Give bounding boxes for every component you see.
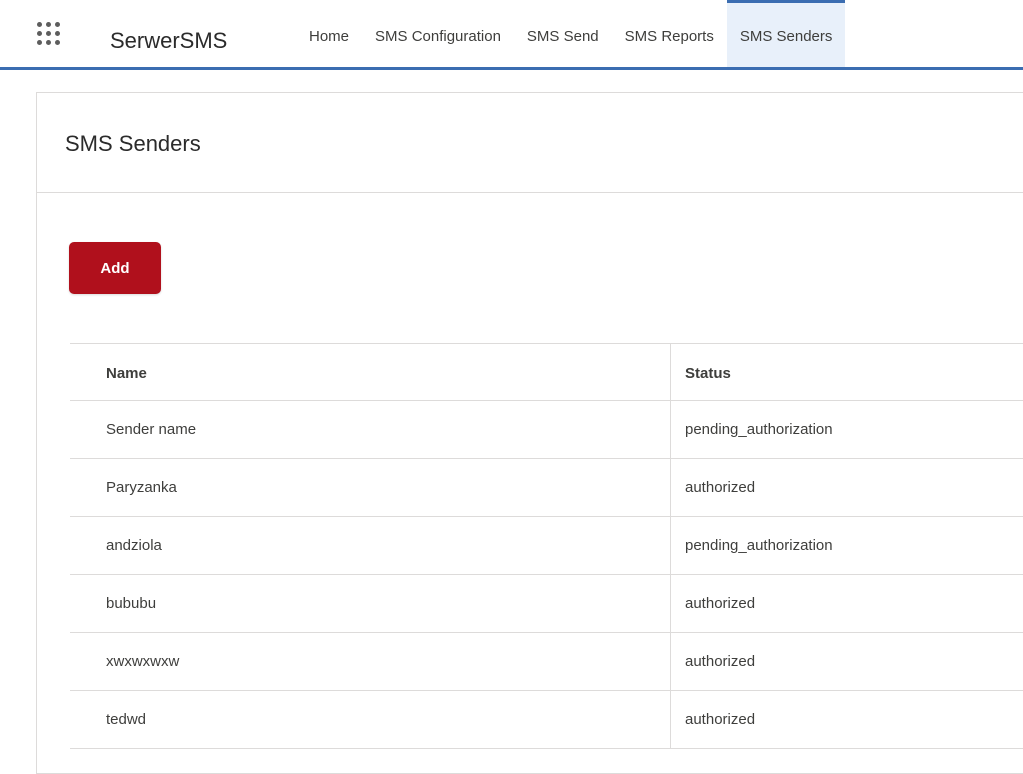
tab-sms-senders[interactable]: SMS Senders bbox=[727, 0, 846, 67]
launcher-dot bbox=[46, 31, 51, 36]
launcher-dot bbox=[55, 40, 60, 45]
sender-status-cell: authorized bbox=[671, 575, 1023, 633]
table-row[interactable]: bububu authorized bbox=[70, 575, 1023, 633]
app-launcher-icon[interactable] bbox=[37, 22, 67, 52]
sender-name-cell: tedwd bbox=[70, 691, 671, 749]
launcher-dot bbox=[55, 22, 60, 27]
sender-name-cell: Sender name bbox=[70, 401, 671, 459]
launcher-dot bbox=[55, 31, 60, 36]
sender-status-cell: authorized bbox=[671, 633, 1023, 691]
column-header-name[interactable]: Name bbox=[70, 344, 671, 401]
page-title: SMS Senders bbox=[65, 131, 201, 157]
sender-status-cell: authorized bbox=[671, 459, 1023, 517]
sender-status-cell: pending_authorization bbox=[671, 401, 1023, 459]
add-button[interactable]: Add bbox=[69, 242, 161, 294]
senders-table-container: Name Status Sender name pending_authoriz… bbox=[70, 343, 1023, 749]
table-row[interactable]: Paryzanka authorized bbox=[70, 459, 1023, 517]
launcher-dot bbox=[37, 40, 42, 45]
sender-name-cell: xwxwxwxw bbox=[70, 633, 671, 691]
launcher-dot bbox=[37, 22, 42, 27]
nav-tabs: Home SMS Configuration SMS Send SMS Repo… bbox=[290, 0, 845, 67]
column-header-status[interactable]: Status bbox=[671, 344, 1023, 401]
top-navigation-bar: SerwerSMS Home SMS Configuration SMS Sen… bbox=[0, 0, 1023, 70]
sms-senders-card: SMS Senders Add Name Status Sender name … bbox=[36, 92, 1023, 774]
sender-name-cell: bububu bbox=[70, 575, 671, 633]
sender-status-cell: pending_authorization bbox=[671, 517, 1023, 575]
table-row[interactable]: xwxwxwxw authorized bbox=[70, 633, 1023, 691]
launcher-dot bbox=[37, 31, 42, 36]
sender-name-cell: andziola bbox=[70, 517, 671, 575]
table-row[interactable]: andziola pending_authorization bbox=[70, 517, 1023, 575]
table-row[interactable]: tedwd authorized bbox=[70, 691, 1023, 749]
tab-sms-send[interactable]: SMS Send bbox=[514, 0, 612, 67]
tab-sms-reports[interactable]: SMS Reports bbox=[612, 0, 727, 67]
senders-table: Name Status Sender name pending_authoriz… bbox=[70, 343, 1023, 749]
tab-sms-configuration[interactable]: SMS Configuration bbox=[362, 0, 514, 67]
launcher-dot bbox=[46, 22, 51, 27]
sender-status-cell: authorized bbox=[671, 691, 1023, 749]
sender-name-cell: Paryzanka bbox=[70, 459, 671, 517]
card-header: SMS Senders bbox=[37, 93, 1023, 193]
launcher-dot bbox=[46, 40, 51, 45]
table-header-row: Name Status bbox=[70, 344, 1023, 401]
tab-home[interactable]: Home bbox=[290, 0, 362, 67]
app-name: SerwerSMS bbox=[110, 28, 227, 54]
table-row[interactable]: Sender name pending_authorization bbox=[70, 401, 1023, 459]
